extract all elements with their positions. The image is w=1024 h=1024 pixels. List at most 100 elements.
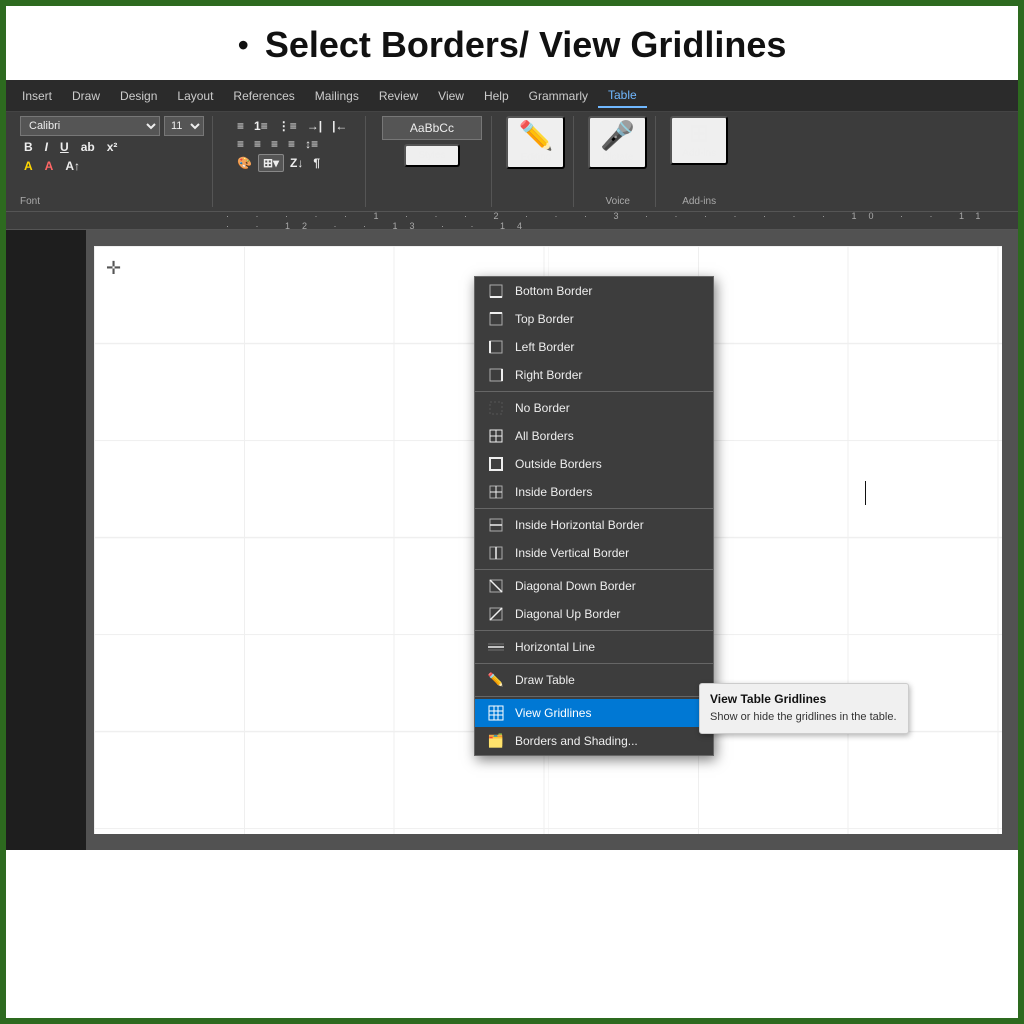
superscript-button[interactable]: x²: [103, 139, 122, 155]
font-size-increase[interactable]: A↑: [61, 158, 84, 174]
divider-2: [475, 508, 713, 509]
justify-button[interactable]: ≡: [284, 136, 299, 152]
highlight-button[interactable]: A: [20, 158, 37, 174]
menu-item-inside-horizontal[interactable]: Inside Horizontal Border: [475, 511, 713, 539]
divider-1: [475, 391, 713, 392]
draw-table-label: Draw Table: [515, 673, 575, 687]
pilcrow-button[interactable]: ¶: [309, 154, 324, 172]
tab-references[interactable]: References: [223, 85, 304, 107]
styles-button[interactable]: Styles: [404, 144, 460, 167]
microphone-icon: 🎤: [600, 122, 635, 150]
bottom-border-label: Bottom Border: [515, 284, 592, 298]
bottom-border-icon: [487, 282, 505, 300]
para-row-2: ≡ ≡ ≡ ≡ ↕≡: [233, 136, 351, 152]
addins-group: ⊞ Add-ins Add-ins: [662, 116, 736, 207]
tooltip-body: Show or hide the gridlines in the table.: [710, 710, 898, 725]
doc-page[interactable]: ✛ C Offic: [94, 246, 1002, 834]
dictate-label: Dictate: [602, 152, 633, 163]
tab-mailings[interactable]: Mailings: [305, 85, 369, 107]
app-window: Insert Draw Design Layout References Mai…: [6, 80, 1018, 850]
menu-item-horizontal-line[interactable]: Horizontal Line: [475, 633, 713, 661]
underline-button[interactable]: U: [56, 139, 73, 155]
list-bullet-button[interactable]: ≡: [233, 118, 248, 134]
top-border-label: Top Border: [515, 312, 574, 326]
menu-item-no-border[interactable]: No Border: [475, 394, 713, 422]
add-ins-group-label: Add-ins: [682, 194, 716, 207]
menu-item-right-border[interactable]: Right Border: [475, 361, 713, 389]
font-group-label: Font: [20, 194, 40, 207]
divider-5: [475, 663, 713, 664]
dictate-button[interactable]: 🎤 Dictate: [588, 116, 647, 169]
inside-horizontal-label: Inside Horizontal Border: [515, 518, 644, 532]
borders-shading-label: Borders and Shading...: [515, 734, 638, 748]
editing-button[interactable]: ✏️ Editing: [506, 116, 565, 169]
editing-group: ✏️ Editing: [498, 116, 574, 207]
divider-3: [475, 569, 713, 570]
font-color-button[interactable]: A: [41, 158, 58, 174]
ruler: · · · · · 1 · · · 2 · · · 3 · · · · · · …: [6, 212, 1018, 230]
tab-table[interactable]: Table: [598, 84, 647, 108]
align-center-button[interactable]: ≡: [250, 136, 265, 152]
menu-item-all-borders[interactable]: All Borders: [475, 422, 713, 450]
outside-borders-label: Outside Borders: [515, 457, 602, 471]
styles-preview: AaBbCc: [382, 116, 482, 140]
font-color-row: A A A↑: [20, 158, 84, 174]
strikethrough-button[interactable]: ab: [77, 139, 99, 155]
list-multi-button[interactable]: ⋮≡: [274, 118, 301, 134]
styles-label: Styles: [418, 150, 445, 161]
bold-button[interactable]: B: [20, 139, 37, 155]
tab-draw[interactable]: Draw: [62, 85, 110, 107]
font-size-select[interactable]: 11: [164, 116, 204, 136]
shading-button[interactable]: 🎨: [233, 154, 256, 172]
menu-item-view-gridlines[interactable]: View Gridlines: [475, 699, 713, 727]
menu-item-diagonal-up[interactable]: Diagonal Up Border: [475, 600, 713, 628]
italic-button[interactable]: I: [41, 139, 52, 155]
menu-item-outside-borders[interactable]: Outside Borders: [475, 450, 713, 478]
menu-item-borders-shading[interactable]: 🗂️ Borders and Shading...: [475, 727, 713, 755]
para-buttons: ≡ 1≡ ⋮≡ →| |← ≡ ≡ ≡ ≡ ↕≡ 🎨 ⊞▾ Z↓: [227, 116, 357, 174]
font-name-row: Calibri 11: [20, 116, 204, 136]
align-right-button[interactable]: ≡: [267, 136, 282, 152]
menu-item-left-border[interactable]: Left Border: [475, 333, 713, 361]
voice-group-label: Voice: [606, 194, 630, 207]
menu-item-inside-vertical[interactable]: Inside Vertical Border: [475, 539, 713, 567]
tab-design[interactable]: Design: [110, 85, 167, 107]
inside-vertical-label: Inside Vertical Border: [515, 546, 629, 560]
horizontal-line-label: Horizontal Line: [515, 640, 595, 654]
sort-button[interactable]: Z↓: [286, 154, 307, 172]
diagonal-down-label: Diagonal Down Border: [515, 579, 636, 593]
ruler-marks: · · · · · 1 · · · 2 · · · 3 · · · · · · …: [6, 212, 1018, 230]
line-spacing-button[interactable]: ↕≡: [301, 136, 322, 152]
inside-borders-icon: [487, 483, 505, 501]
menu-item-top-border[interactable]: Top Border: [475, 305, 713, 333]
menu-item-bottom-border[interactable]: Bottom Border: [475, 277, 713, 305]
outside-borders-icon: [487, 455, 505, 473]
menu-item-draw-table[interactable]: ✏️ Draw Table: [475, 666, 713, 694]
tab-layout[interactable]: Layout: [167, 85, 223, 107]
doc-sidebar: [6, 230, 86, 850]
font-controls: Calibri 11 B I U ab x² A A A↑: [20, 116, 204, 174]
tab-review[interactable]: Review: [369, 85, 428, 107]
font-group: Calibri 11 B I U ab x² A A A↑: [12, 116, 213, 207]
indent-decrease-button[interactable]: |←: [328, 118, 351, 134]
tab-view[interactable]: View: [428, 85, 474, 107]
menu-item-inside-borders[interactable]: Inside Borders: [475, 478, 713, 506]
tab-grammarly[interactable]: Grammarly: [519, 85, 598, 107]
tab-help[interactable]: Help: [474, 85, 519, 107]
left-border-label: Left Border: [515, 340, 574, 354]
indent-increase-button[interactable]: →|: [303, 118, 326, 134]
borders-dropdown-menu: Bottom Border Top Border Left Border: [474, 276, 714, 756]
draw-table-icon: ✏️: [487, 671, 505, 689]
inside-horizontal-icon: [487, 516, 505, 534]
menu-item-diagonal-down[interactable]: Diagonal Down Border: [475, 572, 713, 600]
add-ins-button[interactable]: ⊞ Add-ins: [670, 116, 728, 165]
diagonal-up-label: Diagonal Up Border: [515, 607, 620, 621]
align-left-button[interactable]: ≡: [233, 136, 248, 152]
list-number-button[interactable]: 1≡: [250, 118, 272, 134]
voice-group: 🎤 Dictate Voice: [580, 116, 656, 207]
tab-insert[interactable]: Insert: [12, 85, 62, 107]
horizontal-line-icon: [487, 638, 505, 656]
borders-dropdown-button[interactable]: ⊞▾: [258, 154, 284, 172]
font-name-select[interactable]: Calibri: [20, 116, 160, 136]
add-ins-icon: ⊞: [689, 122, 709, 146]
